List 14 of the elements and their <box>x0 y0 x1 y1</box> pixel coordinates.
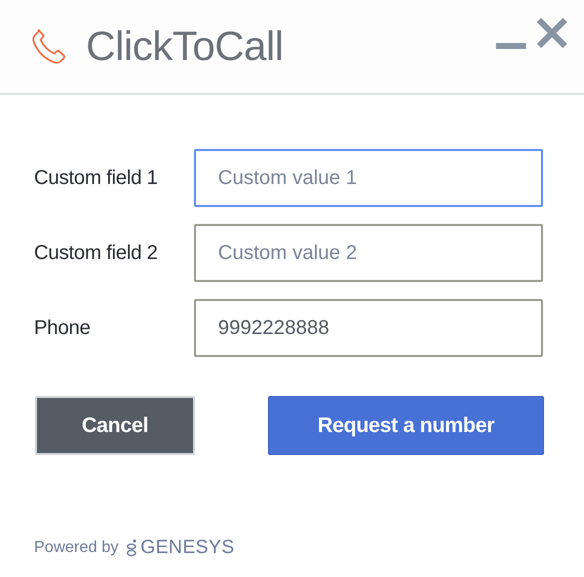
input-field[interactable]: Custom value 2 <box>194 224 543 282</box>
minimize-icon[interactable] <box>496 42 526 50</box>
logo-icon <box>126 539 136 557</box>
input-field[interactable]: Custom value 1 <box>194 149 543 207</box>
field-label: Custom field 1 <box>34 166 159 190</box>
powered-by-text: Powered by <box>34 539 118 557</box>
brand-name: GENESYS <box>140 537 234 559</box>
request-button[interactable]: Request a number <box>268 396 544 455</box>
window-title: ClickToCall <box>86 23 284 70</box>
field-label: Custom field 2 <box>34 242 159 264</box>
close-icon[interactable] <box>536 16 568 48</box>
field-label: Phone <box>34 316 92 340</box>
input-field[interactable]: 9992228888 <box>194 299 543 357</box>
cancel-button[interactable]: Cancel <box>35 396 195 455</box>
